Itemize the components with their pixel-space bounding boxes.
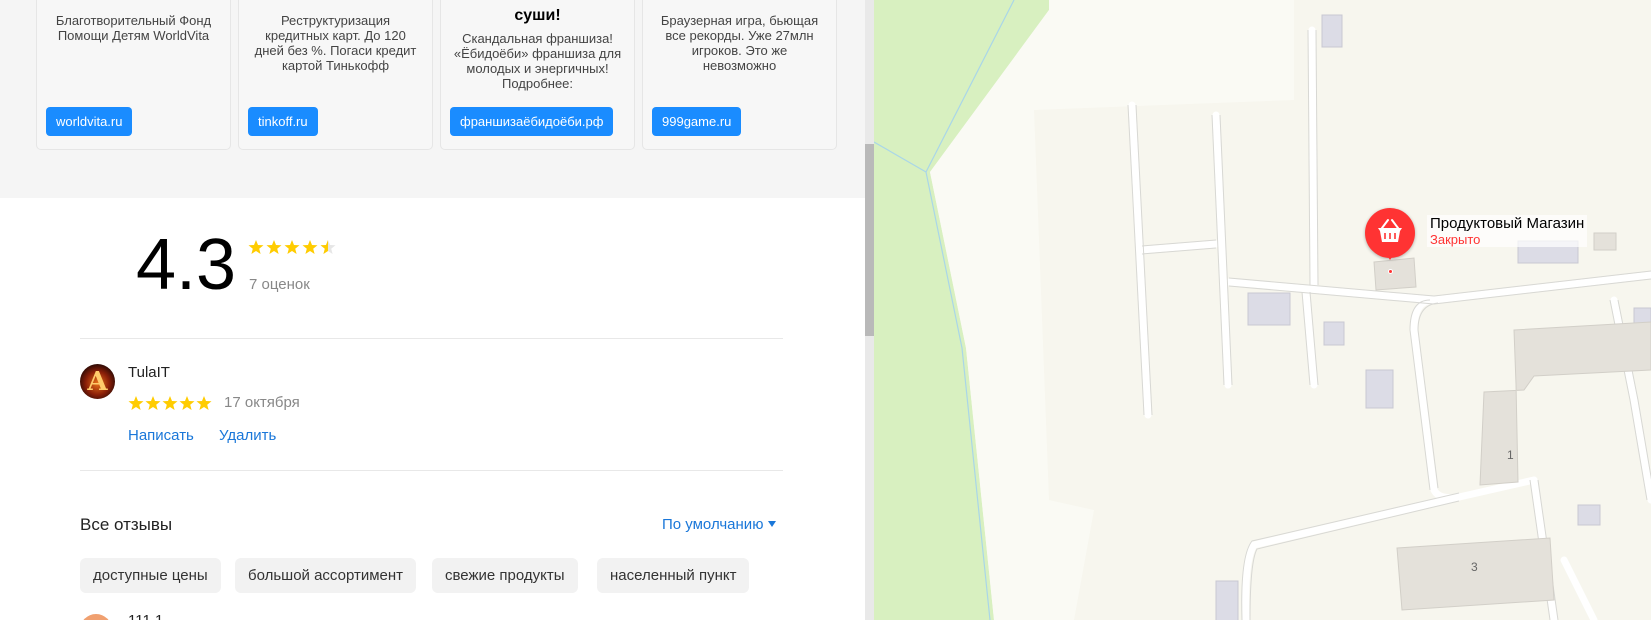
write-review-link[interactable]: Написать xyxy=(128,427,194,444)
star-icon xyxy=(266,240,282,254)
review-author-name[interactable]: 111 1 xyxy=(128,612,163,620)
rating-stars xyxy=(248,240,336,254)
star-icon xyxy=(162,396,178,410)
review-stars xyxy=(128,396,212,410)
avatar[interactable]: A xyxy=(80,364,115,399)
review-tag[interactable]: населенный пункт xyxy=(597,558,750,593)
divider xyxy=(80,470,783,471)
review-tag[interactable]: свежие продукты xyxy=(432,558,578,593)
rating-value: 4.3 xyxy=(136,225,237,305)
poi-name: Продуктовый Магазин xyxy=(1430,215,1585,232)
ad-link-button[interactable]: tinkoff.ru xyxy=(248,107,318,136)
avatar-letter: A xyxy=(87,367,108,397)
avatar[interactable] xyxy=(80,614,112,620)
star-icon xyxy=(196,396,212,410)
poi-status: Закрыто xyxy=(1430,232,1481,247)
chevron-down-icon xyxy=(768,521,777,527)
ad-card-tinkoff[interactable]: Реструктуризация кредитных карт. До 120 … xyxy=(238,0,433,150)
building-number: 1 xyxy=(1507,448,1514,462)
all-reviews-title: Все отзывы xyxy=(80,515,173,534)
star-icon xyxy=(248,240,264,254)
ad-description: Реструктуризация кредитных карт. До 120 … xyxy=(254,13,417,73)
review-author-name[interactable]: TulaIT xyxy=(128,364,170,381)
scrollbar-thumb[interactable] xyxy=(865,144,874,336)
ad-card-worldvita[interactable]: Благотворительный Фонд Помощи Детям Worl… xyxy=(36,0,231,150)
delete-review-link[interactable]: Удалить xyxy=(219,427,276,444)
ad-title: суши! xyxy=(514,7,561,24)
rating-count[interactable]: 7 оценок xyxy=(249,276,310,293)
ad-description: Благотворительный Фонд Помощи Детям Worl… xyxy=(55,13,212,43)
organization-panel: Благотворительный Фонд Помощи Детям Worl… xyxy=(0,0,865,620)
sort-label: По умолчанию xyxy=(662,516,764,533)
poi-location-dot xyxy=(1388,269,1393,274)
ads-block: Благотворительный Фонд Помощи Детям Worl… xyxy=(0,0,865,198)
ad-card-franchise[interactable]: суши! Скандальная франшиза! «Ёбидоёби» ф… xyxy=(440,0,635,150)
review-tag[interactable]: большой ассортимент xyxy=(235,558,417,593)
road-edges xyxy=(1127,29,1651,620)
ad-link-button[interactable]: франшизаёбидоёби.рф xyxy=(450,107,614,136)
buildings xyxy=(1215,14,1651,620)
half-star-icon xyxy=(320,240,336,254)
star-icon xyxy=(145,396,161,410)
divider xyxy=(80,338,783,339)
review-tag[interactable]: доступные цены xyxy=(80,558,221,593)
poi-marker-tail xyxy=(1384,251,1396,260)
building-number: 3 xyxy=(1471,560,1478,574)
ad-card-999game[interactable]: Браузерная игра, бьющая все рекорды. Уже… xyxy=(642,0,837,150)
star-icon xyxy=(284,240,300,254)
ad-description: Браузерная игра, бьющая все рекорды. Уже… xyxy=(660,13,819,73)
map[interactable]: 1 3 Продуктовый Магазин Закрыто xyxy=(874,0,1651,620)
ad-description: Скандальная франшиза! «Ёбидоёби» франшиз… xyxy=(453,31,622,91)
star-icon xyxy=(302,240,318,254)
poi-label[interactable]: Продуктовый Магазин Закрыто xyxy=(1427,215,1588,247)
roads xyxy=(1128,26,1651,620)
ad-link-button[interactable]: 999game.ru xyxy=(652,107,742,136)
review-date: 17 октября xyxy=(224,394,300,411)
ad-link-button[interactable]: worldvita.ru xyxy=(46,107,133,136)
star-icon xyxy=(179,396,195,410)
sort-dropdown[interactable]: По умолчанию xyxy=(662,516,777,533)
star-icon xyxy=(128,396,144,410)
map-canvas xyxy=(874,0,1651,620)
